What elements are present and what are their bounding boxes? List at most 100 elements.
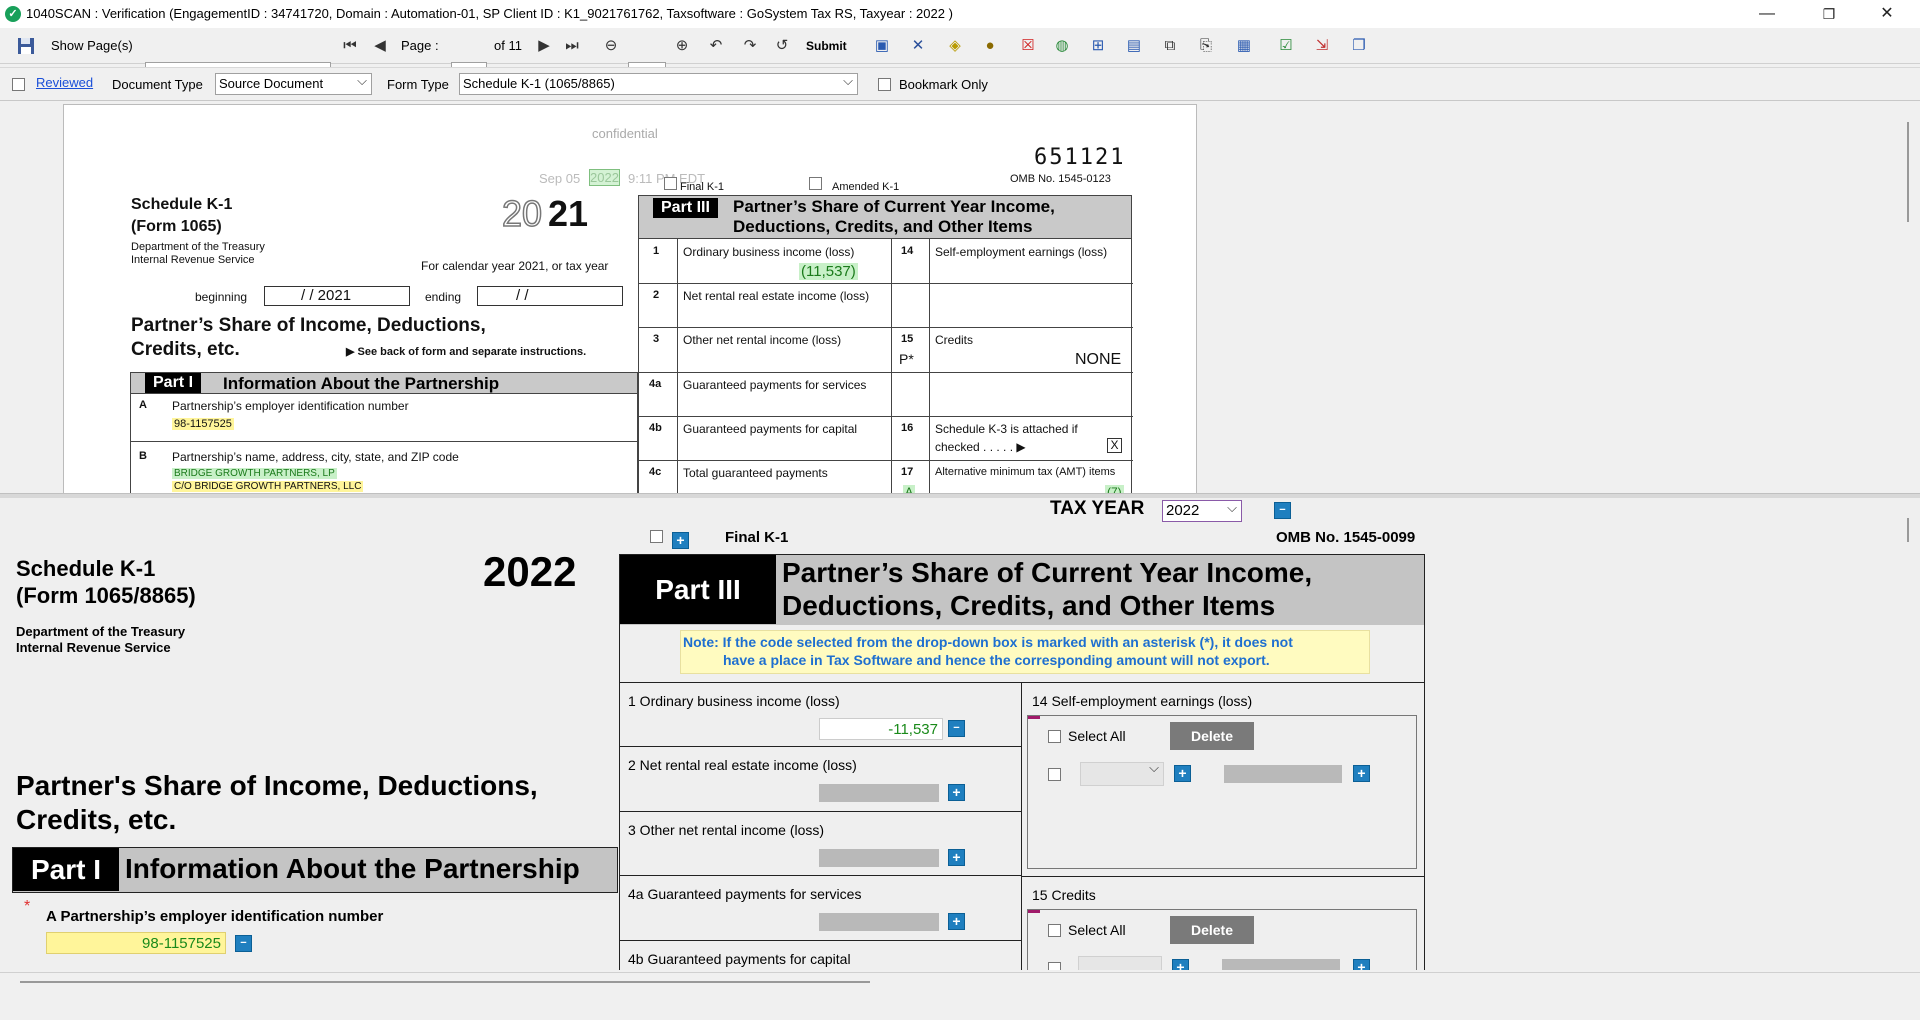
- row15-code-select[interactable]: [1078, 956, 1162, 970]
- money-bag-icon[interactable]: ●: [980, 36, 1000, 56]
- source-row1-num: 1: [653, 245, 660, 257]
- row14-amount-plus-icon[interactable]: +: [1353, 765, 1370, 782]
- row14-select-all-checkbox[interactable]: [1048, 730, 1061, 743]
- beginning-label: beginning: [195, 290, 248, 304]
- source-b-label: Partnership’s name, address, city, state…: [172, 450, 459, 464]
- globe-icon[interactable]: ◍: [1052, 36, 1072, 56]
- first-page-icon[interactable]: ⏮: [340, 36, 360, 56]
- row15-code-plus-icon[interactable]: +: [1172, 959, 1189, 970]
- top-scrollbar[interactable]: [1907, 122, 1909, 222]
- source-title-line1: Partner’s Share of Income, Deductions,: [131, 315, 486, 336]
- row15-amount-plus-icon[interactable]: +: [1353, 959, 1370, 970]
- rotate-right-icon[interactable]: ↷: [740, 36, 760, 56]
- amended-k1-label: Amended K-1: [832, 181, 900, 193]
- row14-amount-input[interactable]: [1224, 765, 1342, 783]
- cancel-icon[interactable]: ✕: [908, 36, 928, 56]
- bottom-scrollbar[interactable]: [1907, 518, 1909, 542]
- previous-page-icon[interactable]: ◀: [370, 36, 390, 56]
- note-line2: have a place in Tax Software and hence t…: [723, 652, 1270, 668]
- reviewed-checkbox[interactable]: [12, 78, 25, 91]
- source-row14-label: Self-employment earnings (loss): [935, 245, 1108, 259]
- source-row15-code: P*: [899, 351, 914, 367]
- save-icon[interactable]: [16, 36, 36, 56]
- export-icon[interactable]: ⎘: [1196, 36, 1216, 56]
- horizontal-scrollbar[interactable]: [20, 981, 870, 983]
- source-row14-num: 14: [901, 245, 914, 257]
- tax-year-collapse-icon[interactable]: −: [1274, 502, 1291, 519]
- ein-input[interactable]: 98-1157525: [46, 932, 226, 954]
- reviewed-link[interactable]: Reviewed: [36, 75, 93, 90]
- source-part3-header: Part III Partner’s Share of Current Year…: [638, 195, 1132, 239]
- row14-code-plus-icon[interactable]: +: [1174, 765, 1191, 782]
- delete-page-icon[interactable]: ☒: [1018, 36, 1038, 56]
- row15-delete-button[interactable]: Delete: [1170, 916, 1254, 944]
- row14-delete-button[interactable]: Delete: [1170, 722, 1254, 750]
- row14-code-select[interactable]: [1080, 760, 1164, 786]
- source-row3-label: Other net rental income (loss): [683, 333, 842, 347]
- title-bar: ✓ 1040SCAN : Verification (EngagementID …: [0, 0, 1920, 28]
- windows-icon[interactable]: ❐: [1349, 36, 1369, 56]
- beginning-date: / / 2021: [264, 286, 410, 306]
- entry-part3-title2: Deductions, Credits, and Other Items: [782, 590, 1276, 621]
- ein-collapse-icon[interactable]: −: [235, 935, 252, 952]
- tax-year-select[interactable]: 2022: [1162, 500, 1242, 522]
- row2-plus-icon[interactable]: +: [948, 784, 965, 801]
- entry-part1-header: Part I Information About the Partnership: [12, 847, 618, 893]
- form-type-select[interactable]: Schedule K-1 (1065/8865): [459, 73, 858, 95]
- note-line1: Note: If the code selected from the drop…: [683, 634, 1293, 650]
- source-page: confidential Sep 05 2022 9:11 PM EDT Fin…: [63, 104, 1197, 493]
- split-icon[interactable]: ⊞: [1088, 36, 1108, 56]
- entry-year: 2022: [483, 548, 577, 595]
- show-pages-label: Show Page(s): [51, 38, 133, 53]
- ending-date: / /: [477, 286, 623, 306]
- rotate-left-icon[interactable]: ↶: [706, 36, 726, 56]
- diamond-icon[interactable]: ◈: [945, 36, 965, 56]
- undo-icon[interactable]: ↺: [772, 36, 792, 56]
- entry-part1-tag: Part I: [13, 848, 119, 891]
- row3-input[interactable]: [819, 849, 939, 867]
- source-part1-header: Part I Information About the Partnership: [130, 372, 638, 394]
- source-part3-grid: 1 Ordinary business income (loss) (11,53…: [638, 239, 1133, 493]
- row3-label: 3 Other net rental income (loss): [628, 822, 825, 838]
- zoom-out-icon[interactable]: ⊖: [601, 36, 621, 56]
- source-row17-num: 17: [901, 466, 914, 478]
- row1-input[interactable]: -11,537: [819, 718, 943, 740]
- zoom-in-icon[interactable]: ⊕: [672, 36, 692, 56]
- bookmark-only-checkbox[interactable]: [878, 78, 891, 91]
- document-icon[interactable]: ▤: [1124, 36, 1144, 56]
- source-form-title: (Form 1065): [131, 218, 222, 235]
- close-button[interactable]: ✕: [1864, 0, 1910, 28]
- row1-collapse-icon[interactable]: −: [948, 720, 965, 737]
- next-page-icon[interactable]: ▶: [534, 36, 554, 56]
- minimize-button[interactable]: —: [1744, 0, 1790, 28]
- row4a-plus-icon[interactable]: +: [948, 913, 965, 930]
- submit-button[interactable]: Submit: [806, 34, 847, 58]
- row2-cell: 2 Net rental real estate income (loss) +: [619, 746, 1023, 812]
- page-export-icon[interactable]: ⇲: [1312, 36, 1332, 56]
- restore-button[interactable]: ❐: [1806, 0, 1852, 28]
- ocr-icon[interactable]: ▦: [1234, 36, 1254, 56]
- row15-item-checkbox[interactable]: [1048, 962, 1061, 970]
- calendar-year-text: For calendar year 2021, or tax year: [421, 259, 609, 273]
- source-row2-label: Net rental real estate income (loss): [683, 289, 870, 303]
- app-logo-icon: ✓: [5, 6, 21, 22]
- final-k1-checkbox-entry[interactable]: [650, 530, 663, 543]
- row4a-input[interactable]: [819, 913, 939, 931]
- final-k1-plus-icon[interactable]: +: [672, 532, 689, 549]
- row3-plus-icon[interactable]: +: [948, 849, 965, 866]
- source-title-line2: Credits, etc.: [131, 339, 240, 360]
- status-bar: [0, 972, 1920, 1020]
- row14-item-checkbox[interactable]: [1048, 768, 1061, 781]
- document-type-select[interactable]: Source Document: [215, 73, 372, 95]
- row14-cell: 14 Self-employment earnings (loss) Selec…: [1021, 682, 1425, 878]
- last-page-icon[interactable]: ⏭: [562, 36, 582, 56]
- row2-input[interactable]: [819, 784, 939, 802]
- entry-dept2: Internal Revenue Service: [16, 640, 171, 655]
- copy-icon[interactable]: ⧉: [1160, 36, 1180, 56]
- checklist-icon[interactable]: ☑: [1276, 36, 1296, 56]
- source-part3-title2: Deductions, Credits, and Other Items: [733, 217, 1033, 236]
- source-row15-value: NONE: [1075, 351, 1122, 368]
- monitor-icon[interactable]: ▣: [872, 36, 892, 56]
- row15-select-all-checkbox[interactable]: [1048, 924, 1061, 937]
- row15-amount-input[interactable]: [1222, 959, 1340, 970]
